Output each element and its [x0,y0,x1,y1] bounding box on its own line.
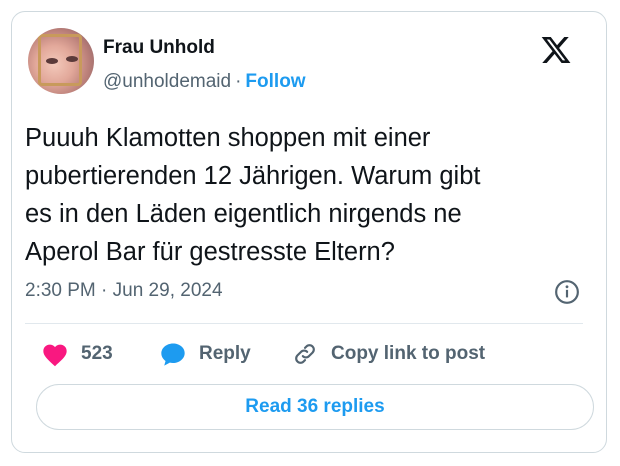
avatar-detail [66,56,78,62]
heart-icon [43,344,67,367]
read-replies-button[interactable]: Read 36 replies [36,384,594,430]
x-logo-icon[interactable] [539,34,573,66]
like-button[interactable]: 523 [41,337,113,371]
tweet-card: Frau Unhold @unholdemaid · Follow Puuuh Kl… [11,11,607,453]
author-handle-row: @unholdemaid · Follow [103,71,306,93]
timestamp[interactable]: 2:30 PM · Jun 29, 2024 [25,280,223,302]
tweet-text-line: Aperol Bar für gestresste Eltern? [25,238,395,266]
follow-button[interactable]: Follow [245,71,305,92]
reply-button[interactable]: Reply [159,337,251,371]
copy-link-button[interactable]: Copy link to post [291,337,485,371]
author-name[interactable]: Frau Unhold [103,37,215,59]
divider [25,323,583,324]
reply-bubble-icon [161,343,185,366]
tweet-text-line: pubertierenden 12 Jährigen. Warum gibt [25,162,481,190]
read-replies-label: Read 36 replies [245,396,385,417]
author-handle[interactable]: @unholdemaid [103,71,231,92]
action-bar: 523 Reply Copy link to post [25,337,585,371]
like-count: 523 [81,343,113,364]
separator-dot: · [235,71,242,92]
reply-label: Reply [199,343,251,364]
tweet-text-line: Puuuh Klamotten shoppen mit einer [25,124,431,152]
link-icon [295,344,315,364]
copy-link-label: Copy link to post [331,343,486,364]
info-icon[interactable] [554,279,580,305]
tweet-text: Puuuh Klamotten shoppen mit einer pubert… [25,119,585,271]
tweet-text-line: es in den Läden eigentlich nirgends ne [25,200,462,228]
avatar[interactable] [28,28,94,94]
avatar-detail [46,58,58,64]
